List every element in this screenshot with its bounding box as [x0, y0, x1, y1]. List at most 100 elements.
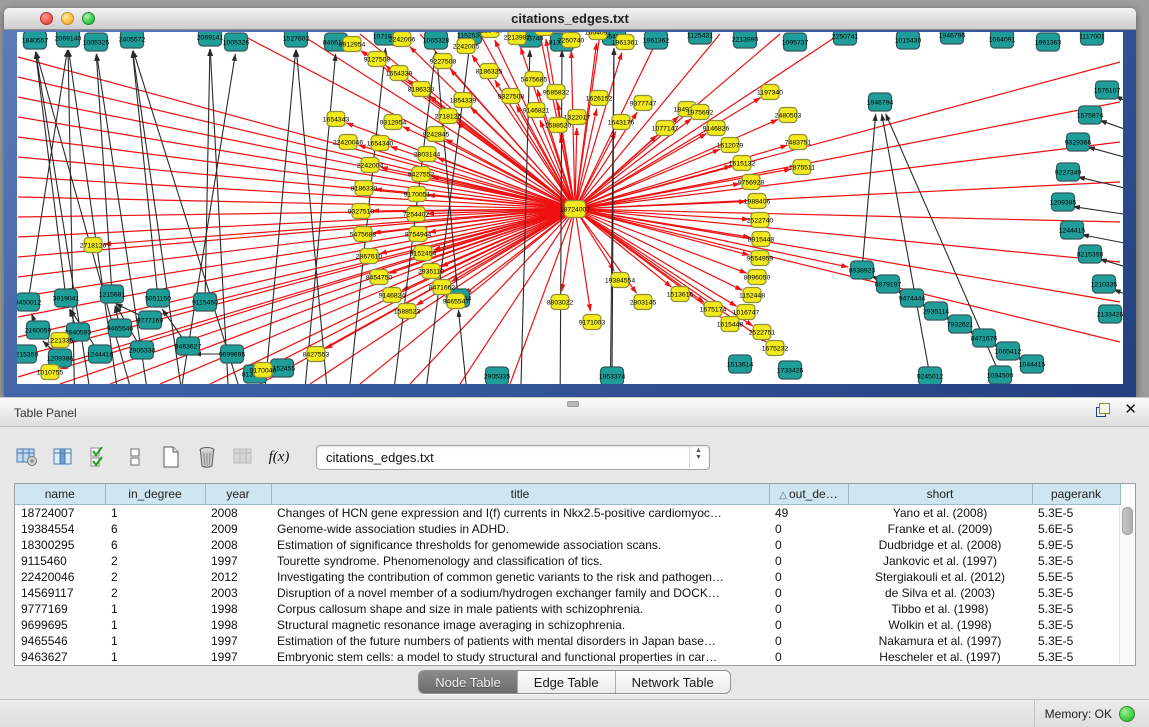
graph-node[interactable]: 1654343 [323, 112, 350, 127]
graph-node[interactable]: 1215681 [99, 285, 126, 303]
graph-node[interactable]: 1588523 [394, 304, 421, 319]
graph-node[interactable]: 1840557 [22, 32, 49, 49]
graph-node[interactable]: 1065412 [995, 342, 1022, 360]
graph-node[interactable]: 8215358 [1077, 245, 1104, 263]
graph-node[interactable]: 8215359 [17, 345, 38, 363]
cell-short[interactable]: Wolkin et al. (1998) [848, 617, 1032, 633]
cell-short[interactable]: Franke et al. (2009) [848, 521, 1032, 537]
graph-node[interactable]: 2803144 [414, 147, 441, 162]
cell-in_degree[interactable]: 2 [105, 553, 205, 569]
cell-name[interactable]: 18724007 [15, 505, 105, 522]
graph-node[interactable]: 7254402 [403, 207, 430, 222]
graph-node[interactable]: 2718126 [435, 109, 462, 124]
cell-pagerank[interactable]: 5.3E-5 [1032, 649, 1120, 665]
import-table-button[interactable] [230, 444, 256, 470]
cell-in_degree[interactable]: 6 [105, 521, 205, 537]
cell-year[interactable]: 2008 [205, 537, 271, 553]
column-header-out[interactable]: △out_de… [769, 484, 848, 505]
cell-in_degree[interactable]: 1 [105, 505, 205, 522]
cell-name[interactable]: 9115460 [15, 553, 105, 569]
tab-network-table[interactable]: Network Table [616, 671, 730, 693]
show-column-button[interactable] [50, 444, 76, 470]
graph-node[interactable]: 5051150 [145, 289, 171, 307]
cell-out[interactable]: 49 [769, 505, 848, 522]
graph-node[interactable]: 8938923 [849, 261, 876, 279]
cell-title[interactable]: Changes of HCN gene expression and I(f) … [271, 505, 769, 522]
cell-in_degree[interactable]: 1 [105, 649, 205, 665]
graph-node[interactable]: 22420046 [333, 135, 363, 150]
graph-node[interactable]: 9756928 [738, 175, 765, 190]
select-columns-button[interactable] [86, 444, 112, 470]
cell-short[interactable]: Dudbridge et al. (2008) [848, 537, 1032, 553]
graph-node[interactable]: 9170051 [404, 187, 431, 202]
table-row[interactable]: 1872400712008Changes of HCN gene express… [15, 505, 1120, 522]
cell-out[interactable]: 0 [769, 601, 848, 617]
graph-node[interactable]: 1654340 [367, 136, 394, 151]
graph-node[interactable]: 2242006 [389, 32, 416, 47]
cell-title[interactable]: Genome-wide association studies in ADHD. [271, 521, 769, 537]
table-row[interactable]: 1456911722003Disruption of a novel membe… [15, 585, 1120, 601]
cell-year[interactable]: 2008 [205, 505, 271, 522]
graph-node[interactable]: 2522740 [747, 213, 774, 228]
graph-node[interactable]: 9146824 [379, 288, 406, 303]
cell-out[interactable]: 0 [769, 537, 848, 553]
graph-node[interactable]: 2935110 [418, 264, 444, 279]
graph-node[interactable]: 8186325 [476, 64, 503, 79]
graph-node[interactable]: 8427553 [303, 347, 330, 362]
cell-name[interactable]: 9463627 [15, 649, 105, 665]
table-row[interactable]: 1938455462009Genome-wide association stu… [15, 521, 1120, 537]
graph-node[interactable]: 3919041 [53, 289, 80, 307]
graph-node[interactable]: 1675174 [700, 302, 727, 317]
table-row[interactable]: 969969511998Structural magnetic resonanc… [15, 617, 1120, 633]
function-builder-button[interactable]: f(x) [266, 444, 292, 470]
table-settings-button[interactable] [14, 444, 40, 470]
graph-node[interactable]: 1197340 [757, 85, 783, 100]
graph-node[interactable]: 2522751 [749, 325, 776, 340]
graph-node[interactable]: 1125431 [687, 32, 713, 44]
graph-node[interactable]: 9127508 [364, 52, 391, 67]
cell-year[interactable]: 1997 [205, 553, 271, 569]
graph-node[interactable]: 1527602 [283, 32, 310, 47]
graph-node[interactable]: 1626152 [586, 91, 613, 106]
cell-name[interactable]: 22420046 [15, 569, 105, 585]
graph-node[interactable]: 6879197 [875, 275, 902, 293]
graph-node[interactable]: 9329366 [1065, 133, 1092, 151]
cell-in_degree[interactable]: 2 [105, 585, 205, 601]
cell-title[interactable]: Embryonic stem cells: a model to study s… [271, 649, 769, 665]
graph-node[interactable]: 9474444 [899, 289, 926, 307]
graph-node[interactable]: 9465546 [107, 319, 134, 337]
graph-node[interactable]: 9463627 [175, 337, 202, 355]
graph-node[interactable]: 9312954 [380, 115, 407, 130]
graph-node[interactable]: 1875511 [789, 160, 815, 175]
graph-node[interactable]: 9585832 [543, 85, 570, 100]
table-row[interactable]: 911546021997Tourette syndrome. Phenomeno… [15, 553, 1120, 569]
cell-name[interactable]: 9699695 [15, 617, 105, 633]
cell-year[interactable]: 2012 [205, 569, 271, 585]
column-header-in_degree[interactable]: in_degree [105, 484, 205, 505]
cell-name[interactable]: 19384554 [15, 521, 105, 537]
cell-pagerank[interactable]: 5.9E-5 [1032, 537, 1120, 553]
pane-divider-grip[interactable] [567, 401, 579, 407]
cell-name[interactable]: 9777169 [15, 601, 105, 617]
graph-node[interactable]: 7483751 [785, 135, 812, 150]
graph-node[interactable]: 1575107 [1094, 81, 1121, 99]
cell-year[interactable]: 1997 [205, 649, 271, 665]
graph-node[interactable]: 1244416 [87, 345, 114, 363]
cell-short[interactable]: de Silva et al. (2003) [848, 585, 1032, 601]
tab-node-table[interactable]: Node Table [419, 671, 518, 693]
cell-year[interactable]: 2003 [205, 585, 271, 601]
cell-title[interactable]: Tourette syndrome. Phenomenology and cla… [271, 553, 769, 569]
table-row[interactable]: 946362711997Embryonic stem cells: a mode… [15, 649, 1120, 665]
graph-node[interactable]: 1975692 [687, 105, 714, 120]
graph-node[interactable]: 8454750 [366, 270, 393, 285]
graph-node[interactable]: 2213990 [732, 32, 759, 48]
graph-node[interactable]: 9242845 [423, 127, 450, 142]
cell-in_degree[interactable]: 6 [105, 537, 205, 553]
cell-title[interactable]: Structural magnetic resonance image aver… [271, 617, 769, 633]
cell-in_degree[interactable]: 2 [105, 569, 205, 585]
cell-year[interactable]: 1998 [205, 617, 271, 633]
graph-node[interactable]: 1095737 [782, 33, 809, 51]
tab-edge-table[interactable]: Edge Table [518, 671, 616, 693]
cell-pagerank[interactable]: 5.3E-5 [1032, 553, 1120, 569]
cell-pagerank[interactable]: 5.5E-5 [1032, 569, 1120, 585]
